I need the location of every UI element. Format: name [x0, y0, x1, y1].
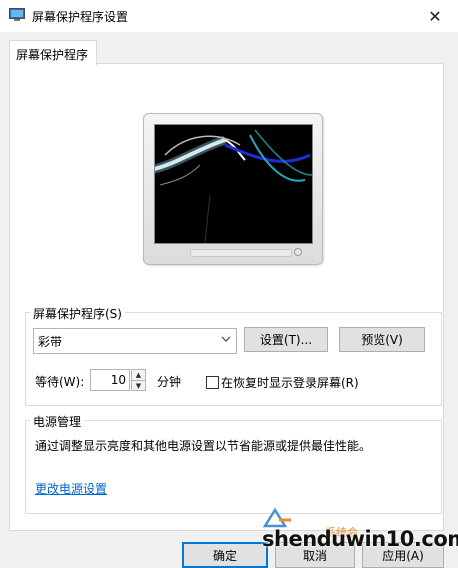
tab-label: 屏幕保护程序: [16, 48, 89, 62]
power-description: 通过调整显示亮度和其他电源设置以节省能源或提供最佳性能。: [35, 439, 372, 453]
watermark-text: shenduwin10.com: [262, 527, 458, 551]
screensaver-app-icon: [9, 8, 25, 21]
monitor-preview: [143, 113, 323, 265]
power-group-label: 电源管理: [30, 413, 85, 430]
wait-minutes-input[interactable]: 10: [90, 369, 130, 391]
resume-logon-checkbox[interactable]: [206, 376, 219, 389]
preview-button[interactable]: 预览(V): [339, 327, 425, 352]
wait-label: 等待(W):: [35, 375, 85, 389]
window-title: 屏幕保护程序设置: [32, 10, 129, 24]
close-icon: ✕: [428, 6, 442, 26]
chevron-down-icon: [221, 332, 231, 349]
wait-unit-label: 分钟: [157, 375, 182, 389]
ok-button[interactable]: 确定: [182, 542, 268, 568]
monitor-base-slot: [190, 249, 292, 257]
screensaver-group-label: 屏幕保护程序(S): [30, 305, 125, 322]
tab-screensaver[interactable]: 屏幕保护程序: [9, 40, 97, 65]
close-button[interactable]: ✕: [412, 0, 458, 32]
watermark-logo-icon: [263, 507, 291, 528]
monitor-power-led: [294, 248, 302, 256]
change-power-settings-link[interactable]: 更改电源设置: [35, 480, 107, 497]
screensaver-preview-screen: [154, 124, 313, 244]
power-group: [25, 420, 442, 514]
stepper-down-icon[interactable]: ▼: [132, 381, 145, 391]
screensaver-selected-value: 彩带: [38, 335, 63, 349]
wait-minutes-stepper[interactable]: ▲ ▼: [131, 369, 146, 391]
screensaver-select[interactable]: 彩带: [33, 328, 237, 354]
settings-button[interactable]: 设置(T)...: [244, 327, 328, 352]
stepper-up-icon[interactable]: ▲: [132, 370, 145, 381]
resume-logon-label[interactable]: 在恢复时显示登录屏幕(R): [221, 374, 359, 391]
ribbons-preview-image: [155, 129, 312, 243]
title-bar: 屏幕保护程序设置 ✕: [0, 0, 458, 32]
wait-minutes-value: 10: [110, 373, 126, 387]
